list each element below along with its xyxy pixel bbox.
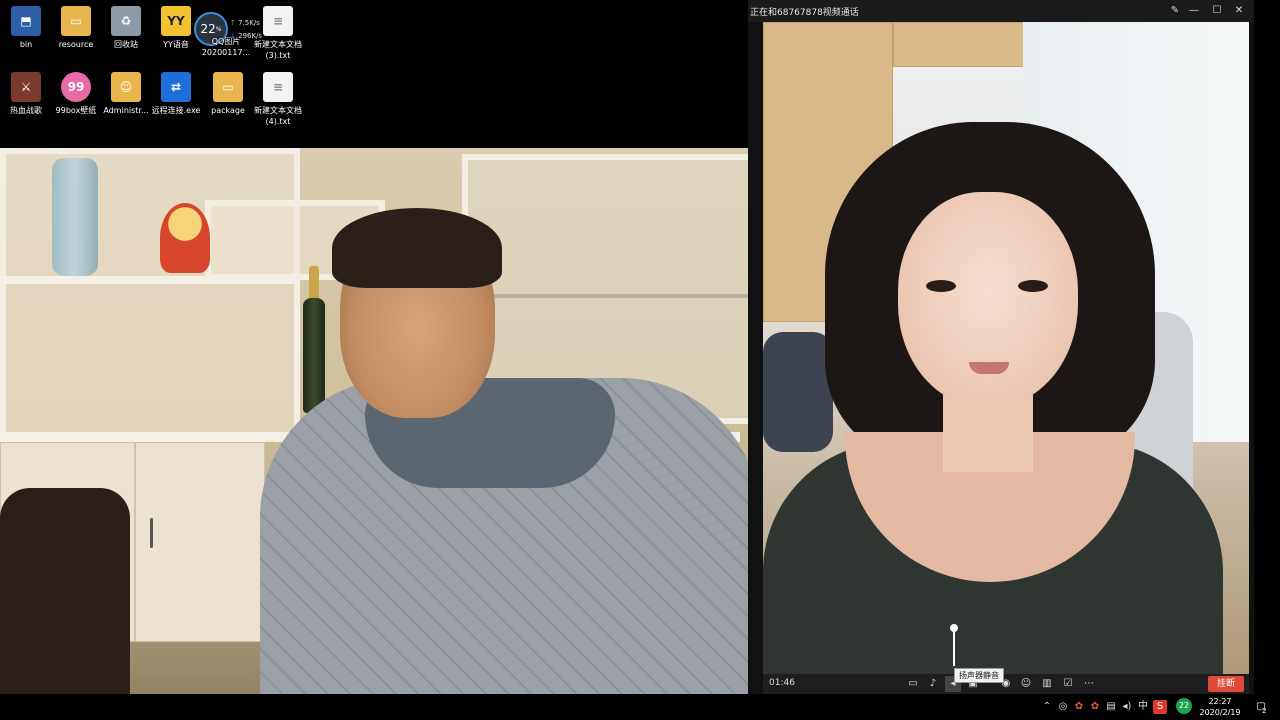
wallpaper-app-icon: 99 [61, 72, 91, 102]
water-jug [52, 158, 98, 276]
whiteboard-icon[interactable]: ☑ [1060, 676, 1076, 692]
folder-icon: ▭ [61, 6, 91, 36]
desktop-icon-text-4[interactable]: ≡ 新建文本文档 (4).txt [248, 72, 308, 127]
clock-time: 22:27 [1208, 697, 1232, 706]
teamviewer-icon: ⇄ [161, 72, 191, 102]
layout-icon[interactable]: ▥ [1039, 676, 1055, 692]
recycle-bin-icon: ♻ [111, 6, 141, 36]
cabinet-door [135, 442, 265, 642]
local-person-hair [332, 208, 502, 288]
screen: ⬒ bin ▭ resource ♻ 回收站 YY YY语音 22% ↑ 7.5… [0, 0, 1280, 720]
volume-knob[interactable] [950, 624, 958, 632]
close-icon[interactable]: ✕ [1230, 2, 1248, 20]
tray-app-icon[interactable]: ✿ [1088, 700, 1102, 714]
ime-indicator[interactable]: 中 [1136, 700, 1150, 714]
notification-icon[interactable]: ▢ [1252, 699, 1270, 715]
desktop-icon-text-3[interactable]: ≡ 新建文本文档 (3).txt [248, 6, 308, 61]
microphone-icon[interactable]: ♪ [925, 676, 941, 692]
cabinet-handle [150, 518, 153, 548]
tray-app-icon[interactable]: ✿ [1072, 700, 1086, 714]
text-file-icon: ≡ [263, 72, 293, 102]
game-icon: ⚔ [11, 72, 41, 102]
clock-date: 2020/2/19 [1199, 708, 1241, 717]
call-title: 正在和68767878视频通话 [750, 8, 859, 18]
user-folder-icon: ☺ [111, 72, 141, 102]
upload-arrow-icon: ↑ [230, 19, 236, 27]
taskbar: ⌃ ◎ ✿ ✿ ▤ ◂) 中 S 22 22:27 2020/2/19 ▢ 2 [0, 694, 1280, 720]
notification-count: 2 [1262, 707, 1267, 715]
speaker-volume-slider[interactable] [948, 622, 960, 668]
remote-person-face [898, 192, 1078, 407]
recycle-folder-icon: ⬒ [11, 6, 41, 36]
tray-app-icon[interactable]: ◎ [1056, 700, 1070, 714]
hangup-button[interactable]: 挂断 [1208, 676, 1244, 692]
desktop-icon-label: 20200117... [201, 48, 251, 57]
desktop: ⬒ bin ▭ resource ♻ 回收站 YY YY语音 22% ↑ 7.5… [0, 0, 748, 148]
desktop-icon-remote[interactable]: ⇄ 远程连接.exe [146, 72, 206, 116]
desktop-icon-qq-image[interactable]: QQ图片 20200117... [196, 36, 256, 58]
desktop-icon-label: 新建文本文档 (4).txt [254, 106, 302, 126]
sogou-icon[interactable]: S [1153, 700, 1167, 714]
call-toolbar: 01:46 ▭ ♪ ◂ ▣ ◉ ☺ ▥ ☑ ⋯ 挂断 [763, 674, 1249, 694]
desktop-icon-label: 远程连接.exe [151, 106, 201, 115]
desktop-icon-label: QQ图片 [211, 37, 241, 46]
dark-bag [0, 488, 130, 720]
remote-person [763, 22, 1249, 674]
remote-person-mouth [969, 362, 1009, 374]
shelf-unit [0, 148, 300, 438]
tray-badge[interactable]: 22 [1176, 698, 1192, 714]
speed-value: 22 [200, 22, 216, 36]
remote-person-eye [926, 280, 956, 292]
chat-icon[interactable]: ▭ [905, 676, 921, 692]
tray-expand-icon[interactable]: ⌃ [1040, 700, 1054, 714]
package-folder-icon: ▭ [213, 72, 243, 102]
maximize-icon[interactable]: ☐ [1208, 2, 1226, 20]
system-clock[interactable]: 22:27 2020/2/19 [1196, 696, 1244, 718]
desktop-icon-label: 新建文本文档 (3).txt [254, 40, 302, 60]
minimize-icon[interactable]: — [1185, 2, 1203, 20]
video-call-window: 正在和68767878视频通话 ✎ — ☐ ✕ 01:46 ▭ ♪ ◂ ▣ ◉ … [748, 0, 1254, 694]
remote-video[interactable] [763, 22, 1249, 674]
effects-icon[interactable]: ☺ [1018, 676, 1034, 692]
more-icon[interactable]: ⋯ [1081, 676, 1097, 692]
local-person [260, 208, 760, 720]
yy-voice-icon: YY [161, 6, 191, 36]
toy-figure [160, 203, 210, 273]
remote-person-eye [1018, 280, 1048, 292]
speed-unit: % [215, 25, 222, 33]
volume-icon[interactable]: ◂) [1120, 700, 1134, 714]
text-file-icon: ≡ [263, 6, 293, 36]
pin-icon[interactable]: ✎ [1166, 2, 1184, 20]
call-titlebar[interactable]: 正在和68767878视频通话 ✎ — ☐ ✕ [748, 0, 1254, 22]
network-icon[interactable]: ▤ [1104, 700, 1118, 714]
speaker-mute-tooltip: 扬声器静音 [954, 668, 1004, 683]
call-duration: 01:46 [769, 678, 795, 688]
local-camera-view[interactable] [0, 148, 763, 720]
volume-fill [953, 628, 955, 666]
